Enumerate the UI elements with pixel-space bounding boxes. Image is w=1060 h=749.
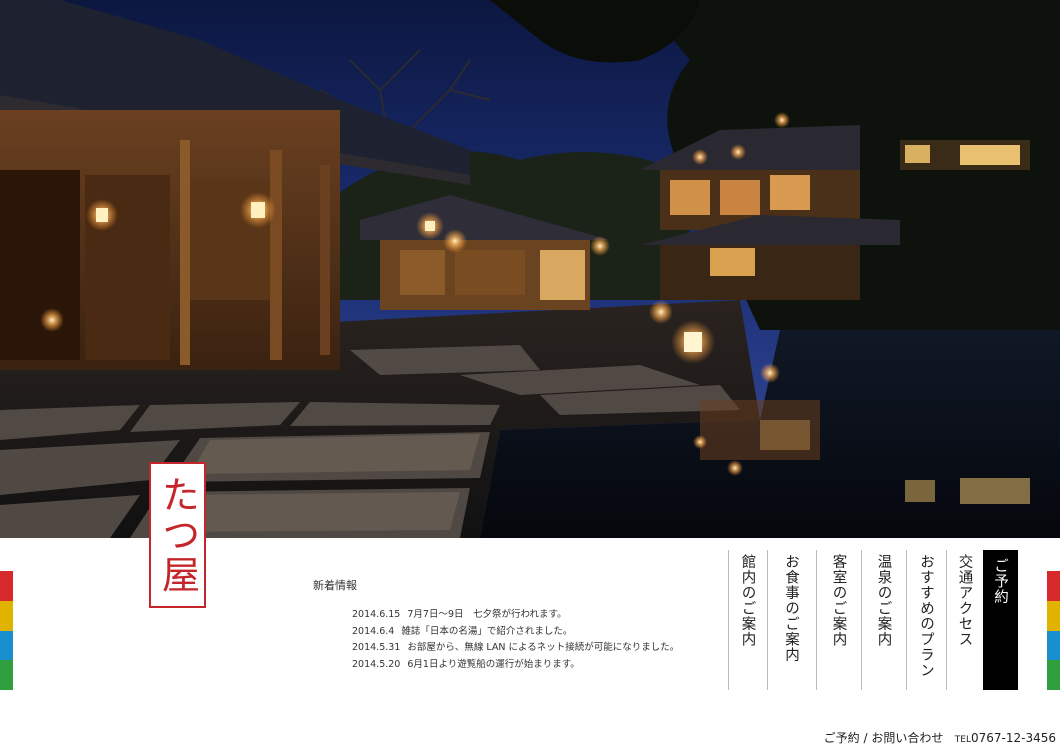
news-date: 2014.6.15 — [352, 609, 401, 620]
accent-bar-red — [1047, 571, 1060, 601]
tel-prefix: TEL — [954, 735, 971, 745]
accent-bar-green — [1047, 660, 1060, 690]
news-text: 7月7日～9日 七夕祭が行われます。 — [407, 609, 567, 620]
news-date: 2014.5.31 — [352, 642, 401, 653]
accent-bar-green — [0, 660, 13, 690]
brand-logo[interactable]: たつ屋 — [149, 462, 206, 608]
accent-bar-yellow — [1047, 600, 1060, 631]
news-date: 2014.6.4 — [352, 625, 395, 637]
news-section: 新着情報 2014.6.15 7月7日～9日 七夕祭が行われます。 2014.6.… — [313, 577, 713, 673]
accent-bar-blue — [0, 630, 13, 661]
nav-item-label: おすすめのプラン — [918, 554, 934, 678]
reserve-button[interactable]: ご予約 — [983, 550, 1018, 690]
news-text: お部屋から、無線 LAN によるネット接続が可能になりました。 — [407, 642, 680, 653]
news-text: 6月1日より遊覧船の運行が始まります。 — [407, 658, 580, 670]
logo-text: たつ屋 — [155, 475, 200, 595]
news-text: 雑誌「日本の名湯」で紹介されました。 — [401, 625, 573, 637]
nav-item-onsen[interactable]: 温泉のご案内 — [862, 550, 907, 690]
nav-item-label: お食事のご案内 — [783, 554, 799, 663]
tel-number[interactable]: 0767-12-3456 — [971, 731, 1056, 745]
news-date: 2014.5.20 — [352, 658, 401, 670]
nav-item-dining[interactable]: お食事のご案内 — [767, 550, 817, 690]
nav-item-label: 交通アクセス — [956, 554, 973, 647]
accent-bar-red — [0, 571, 13, 601]
nav-item-access[interactable]: 交通アクセス — [947, 550, 983, 690]
contact-link[interactable]: ご予約 / お問い合わせ — [824, 731, 944, 745]
nav-item-label: 客室のご案内 — [830, 554, 847, 647]
nav-item-label: 館内のご案内 — [739, 554, 756, 647]
news-list: 2014.6.15 7月7日～9日 七夕祭が行われます。 2014.6.4 雑誌「日… — [352, 607, 713, 673]
news-item[interactable]: 2014.5.31 お部屋から、無線 LAN によるネット接続が可能になりました。 — [352, 640, 713, 657]
nav-item-plans[interactable]: おすすめのプラン — [907, 550, 947, 690]
hero-image — [0, 0, 1060, 538]
footer-contact: ご予約 / お問い合わせ TEL0767-12-3456 — [824, 729, 1056, 746]
news-item[interactable]: 2014.5.20 6月1日より遊覧船の運行が始まります。 — [352, 657, 713, 674]
news-item[interactable]: 2014.6.15 7月7日～9日 七夕祭が行われます。 — [352, 607, 713, 624]
nav-item-facility[interactable]: 館内のご案内 — [728, 550, 768, 690]
news-item[interactable]: 2014.6.4 雑誌「日本の名湯」で紹介されました。 — [352, 624, 713, 641]
accent-bar-blue — [1047, 630, 1060, 661]
accent-bars-right — [1047, 571, 1060, 690]
news-title: 新着情報 — [313, 579, 357, 592]
accent-bar-yellow — [0, 600, 13, 631]
reserve-button-label: ご予約 — [992, 558, 1008, 605]
accent-bars-left — [0, 571, 13, 690]
nav-item-rooms[interactable]: 客室のご案内 — [817, 550, 862, 690]
nav-item-label: 温泉のご案内 — [875, 554, 892, 647]
